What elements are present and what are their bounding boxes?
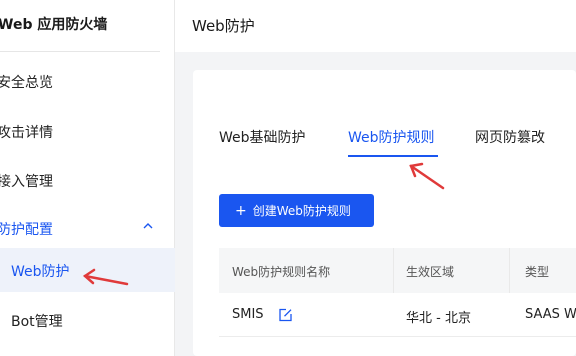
- plus-icon: +: [235, 202, 247, 219]
- chevron-up-icon[interactable]: [140, 218, 156, 234]
- sidebar-group-protection-config[interactable]: 防护配置: [0, 219, 53, 239]
- table-cell-region: 华北 - 北京: [406, 311, 471, 326]
- brand-divider: [0, 51, 160, 52]
- column-header-type: 类型: [525, 265, 550, 279]
- column-divider: [509, 248, 510, 293]
- column-divider: [393, 248, 394, 293]
- column-header-region: 生效区域: [406, 265, 455, 279]
- active-tab-indicator: [348, 155, 438, 157]
- table-cell-rule-name: SMIS: [232, 307, 264, 322]
- create-web-protection-rule-button[interactable]: + 创建Web防护规则: [219, 194, 374, 227]
- sidebar-item-attack-details[interactable]: 攻击详情: [0, 122, 53, 142]
- tab-web-basic-protection[interactable]: Web基础防护: [219, 127, 306, 147]
- column-header-rule-name: Web防护规则名称: [232, 265, 331, 279]
- sidebar-item-overview[interactable]: 安全总览: [0, 72, 53, 92]
- edit-icon[interactable]: [277, 307, 293, 323]
- page-title: Web防护: [192, 17, 255, 35]
- table-cell-type: SAAS W: [525, 307, 576, 322]
- sidebar-item-web-protection[interactable]: Web防护: [11, 261, 70, 281]
- row-divider: [219, 336, 576, 337]
- app-brand: Web 应用防火墙: [0, 17, 108, 33]
- tab-web-tamper-protection[interactable]: 网页防篡改: [475, 127, 545, 147]
- sidebar-item-access-management[interactable]: 接入管理: [0, 171, 53, 191]
- create-button-label: 创建Web防护规则: [252, 204, 351, 218]
- tab-web-protection-rules[interactable]: Web防护规则: [348, 127, 435, 147]
- sidebar-item-bot-management[interactable]: Bot管理: [11, 311, 63, 331]
